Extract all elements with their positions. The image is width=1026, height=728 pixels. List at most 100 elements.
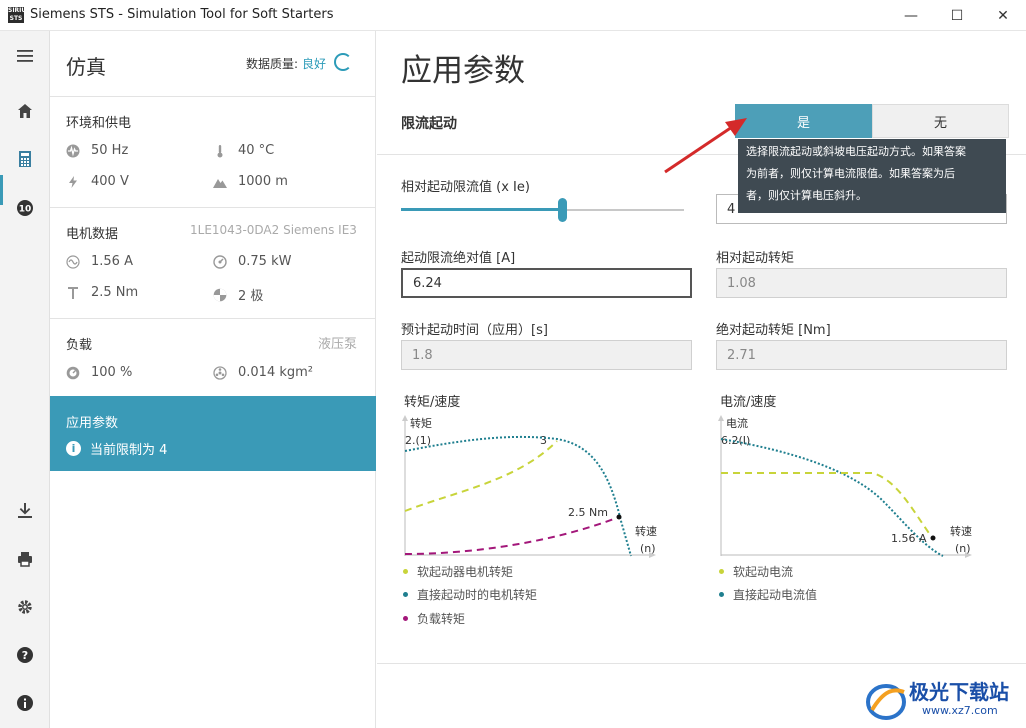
legend-dot	[719, 592, 724, 597]
thermometer-icon	[217, 144, 223, 157]
calculator-icon[interactable]	[0, 139, 50, 179]
panel-title: 仿真	[66, 55, 106, 79]
series-softstarter-torque	[404, 440, 558, 512]
close-button[interactable]: ✕	[980, 0, 1026, 31]
env-section[interactable]: 环境和供电 50 Hz 40 °C 400 V 1000 m	[50, 97, 376, 207]
absolute-torque-field: 2.71	[716, 340, 1007, 370]
legend-label: 直接起动电流值	[733, 588, 818, 602]
lightning-icon	[69, 175, 77, 188]
print-icon[interactable]	[0, 539, 50, 579]
tooltip-line: 者，则仅计算电压斜升。	[746, 189, 867, 202]
flywheel-icon	[213, 365, 227, 380]
svg-text:?: ?	[22, 649, 28, 662]
motor-model: 1LE1043-0DA2 Siemens IE3	[190, 223, 357, 237]
legend-direct-torque: 直接起动时的电机转矩	[401, 586, 537, 603]
data-quality-label: 数据质量:	[246, 57, 299, 71]
altitude-value: 1000 m	[238, 174, 288, 189]
ten-icon[interactable]: 10	[0, 188, 50, 228]
legend-dot	[403, 569, 408, 574]
relative-limit-label: 相对起动限流值 (x Ie)	[401, 180, 530, 195]
frequency-icon	[66, 144, 80, 157]
legend-dot	[719, 569, 724, 574]
altitude-item: 1000 m	[213, 174, 288, 189]
temperature-item: 40 °C	[213, 143, 274, 158]
annotation-start: 2.(1)	[405, 434, 431, 447]
current-speed-chart-title: 电流/速度	[720, 395, 777, 410]
y-axis-arrow	[718, 415, 724, 421]
toggle-no-button[interactable]: 无	[872, 104, 1009, 138]
poles-icon	[213, 288, 227, 301]
toggle-yes-button[interactable]: 是	[735, 104, 872, 138]
series-direct-torque	[404, 435, 632, 557]
torque-icon	[68, 286, 78, 299]
legend-dot	[403, 616, 408, 621]
window-title: Siemens STS - Simulation Tool for Soft S…	[30, 7, 334, 22]
sine-wave-icon	[66, 254, 80, 269]
legend-label: 软起动器电机转矩	[417, 565, 514, 579]
home-icon[interactable]	[0, 91, 50, 131]
voltage-value: 400 V	[91, 174, 129, 189]
y-axis-arrow	[402, 415, 408, 421]
load-section[interactable]: 负载 液压泵 100 % 0.014 kgm²	[50, 319, 376, 396]
current-limit-start-label: 限流起动	[401, 116, 457, 132]
annotation-rated-torque: 2.5 Nm	[568, 506, 608, 519]
absolute-limit-input[interactable]: 6.24	[401, 268, 692, 298]
annotation-rated-current: 1.56 A	[891, 532, 927, 545]
icon-rail: 10 ?	[0, 31, 50, 728]
dial-icon	[66, 366, 80, 379]
inertia-value: 0.014 kgm²	[238, 365, 314, 380]
frequency-value: 50 Hz	[91, 143, 129, 158]
page-title: 应用参数	[401, 53, 525, 89]
legend-direct-current: 直接起动电流值	[717, 586, 817, 603]
app-logo: SIRIUS STS	[8, 7, 31, 23]
legend-label: 直接起动时的电机转矩	[417, 588, 538, 602]
operating-point	[616, 514, 622, 520]
info-circle-icon: i	[66, 441, 81, 456]
active-section-app-params[interactable]: 应用参数 i 当前限制为 4	[50, 396, 376, 471]
tooltip-line: 为前者，则仅计算电流限值。如果答案为后	[746, 167, 955, 180]
y-axis-label: 电流	[726, 416, 748, 430]
help-icon[interactable]: ?	[0, 635, 50, 675]
rated-current-value: 1.56 A	[91, 254, 133, 269]
power-item: 0.75 kW	[213, 254, 291, 269]
data-quality-value: 良好	[302, 57, 327, 71]
watermark-brand: 极光下载站	[909, 680, 1009, 704]
est-time-field: 1.8	[401, 340, 692, 370]
load-percent-value: 100 %	[91, 365, 133, 380]
x-axis-label-1: 转速	[635, 524, 657, 538]
rated-torque-value: 2.5 Nm	[91, 285, 139, 300]
series-soft-current	[721, 472, 932, 537]
slider-fill	[401, 208, 562, 211]
legend-softstarter-torque: 软起动器电机转矩	[401, 563, 513, 580]
info-icon[interactable]	[0, 683, 50, 723]
y-axis-label: 转矩	[410, 416, 432, 430]
maximize-button[interactable]: ☐	[934, 0, 980, 31]
legend-dot	[403, 592, 408, 597]
quality-ring-icon	[334, 53, 352, 71]
x-axis-label-1: 转速	[950, 524, 972, 538]
mountain-icon	[213, 178, 227, 188]
series-load-torque	[404, 516, 620, 555]
gauge-icon	[213, 254, 227, 269]
poles-value: 2 极	[238, 289, 264, 304]
slider-thumb[interactable]	[558, 198, 567, 222]
ten-icon-label: 10	[19, 205, 32, 215]
legend-label: 软起动电流	[733, 565, 794, 579]
absolute-torque-label: 绝对起动转矩 [Nm]	[716, 323, 831, 338]
motor-section[interactable]: 电机数据 1LE1043-0DA2 Siemens IE3 1.56 A 0.7…	[50, 208, 376, 318]
active-section-title: 应用参数	[66, 416, 119, 431]
download-icon[interactable]	[0, 490, 50, 530]
poles-item: 2 极	[213, 285, 263, 304]
title-bar: SIRIUS STS Siemens STS - Simulation Tool…	[0, 0, 1026, 31]
settings-icon[interactable]	[0, 587, 50, 627]
absolute-limit-label: 起动限流绝对值 [A]	[401, 251, 516, 266]
menu-icon[interactable]	[0, 36, 50, 76]
temperature-value: 40 °C	[238, 143, 275, 158]
load-percent-item: 100 %	[66, 365, 132, 380]
voltage-item: 400 V	[66, 174, 129, 189]
torque-item: 2.5 Nm	[66, 285, 138, 300]
relative-torque-field: 1.08	[716, 268, 1007, 298]
minimize-button[interactable]: —	[888, 0, 934, 31]
legend-label: 负载转矩	[417, 612, 466, 626]
red-arrow-annotation	[664, 118, 747, 174]
